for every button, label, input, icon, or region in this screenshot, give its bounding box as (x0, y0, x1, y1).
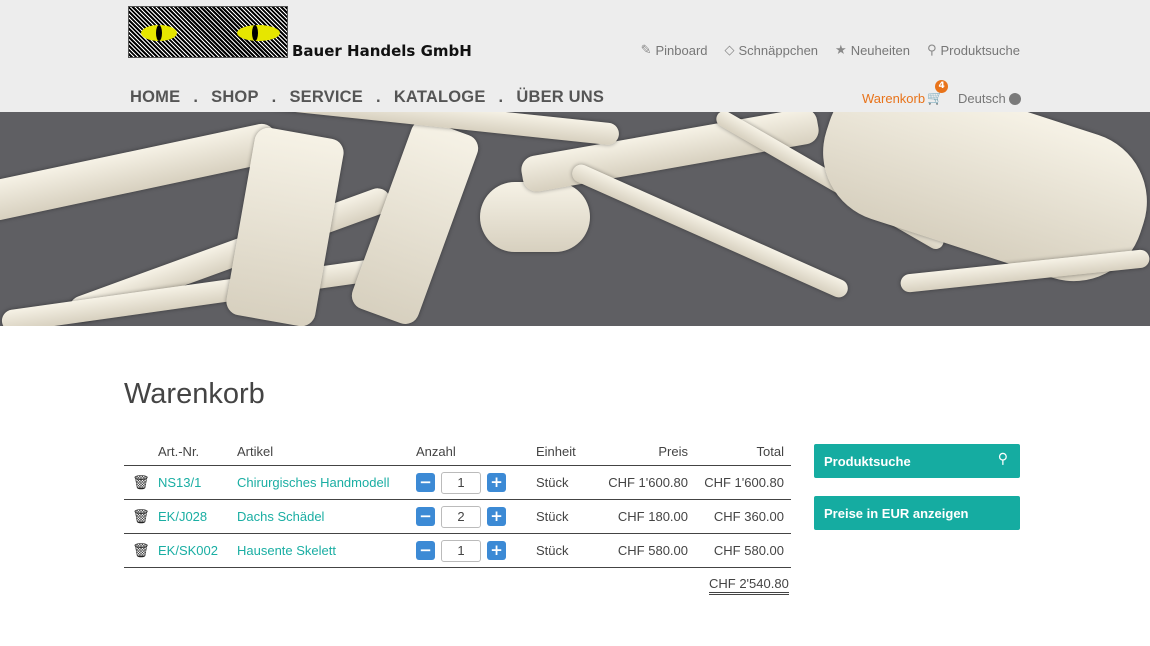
col-art-nr: Art.-Nr. (158, 438, 237, 466)
cart-grand-total: CHF 2'540.80 (709, 576, 789, 595)
increase-button[interactable]: + (487, 541, 506, 560)
table-row: 🗑 EK/J028 Dachs Schädel − 2 + Stück CHF … (124, 499, 791, 534)
nav-separator: . (193, 88, 199, 106)
company-name: Bauer Handels GmbH (292, 42, 472, 60)
total-cell: CHF 1'600.80 (695, 465, 791, 500)
col-preis: Preis (596, 438, 695, 466)
site-header: Bauer Handels GmbH ✎ Pinboard ◇ Schnäppche… (0, 0, 1150, 112)
table-row: 🗑 EK/SK002 Hausente Skelett − 1 + Stück … (124, 533, 791, 568)
decrease-button[interactable]: − (416, 507, 435, 526)
unit-cell: Stück (536, 533, 596, 568)
unit-cell: Stück (536, 465, 596, 500)
top-link-schnaeppchen[interactable]: ◇ Schnäppchen (725, 43, 819, 58)
cart-table: Art.-Nr. Artikel Anzahl Einheit Preis To… (124, 438, 791, 568)
nav-separator: . (376, 88, 381, 106)
decrease-button[interactable]: − (416, 473, 435, 492)
col-total: Total (695, 438, 791, 466)
top-link-label: Pinboard (655, 43, 708, 58)
show-eur-prices-button[interactable]: Preise in EUR anzeigen (814, 496, 1020, 530)
col-delete (124, 438, 158, 466)
col-artikel: Artikel (237, 438, 416, 466)
page-title: Warenkorb (124, 378, 265, 410)
trash-icon[interactable]: 🗑 (132, 475, 150, 491)
trash-icon[interactable]: 🗑 (132, 543, 150, 559)
nav-ueber-uns[interactable]: ÜBER UNS (516, 88, 604, 107)
logo-image (128, 6, 288, 58)
unit-cell: Stück (536, 499, 596, 534)
nav-kataloge[interactable]: KATALOGE (394, 88, 486, 107)
cart-count-badge: 4 (935, 80, 949, 93)
search-icon: ⚲ (997, 451, 1008, 467)
table-row: 🗑 NS13/1 Chirurgisches Handmodell − 1 + … (124, 465, 791, 500)
quantity-stepper: − 2 + (416, 505, 536, 528)
top-link-produktsuche[interactable]: ⚲ Produktsuche (927, 43, 1020, 58)
article-number-link[interactable]: NS13/1 (158, 475, 201, 490)
quantity-input[interactable]: 1 (441, 539, 481, 562)
nav-separator: . (498, 88, 504, 106)
nav-home[interactable]: HOME (130, 88, 180, 107)
product-search-button[interactable]: Produktsuche ⚲ (814, 444, 1020, 478)
diamond-icon: ◇ (724, 43, 735, 58)
show-eur-prices-label: Preise in EUR anzeigen (824, 505, 969, 521)
top-link-pinboard[interactable]: ✎ Pinboard (641, 43, 708, 58)
cart-icon: 🛒 4 (927, 80, 949, 106)
article-name-link[interactable]: Chirurgisches Handmodell (237, 475, 389, 490)
article-name-link[interactable]: Dachs Schädel (237, 509, 324, 524)
price-cell: CHF 180.00 (596, 499, 695, 534)
price-cell: CHF 1'600.80 (596, 465, 695, 500)
article-number-link[interactable]: EK/SK002 (158, 543, 218, 558)
decrease-button[interactable]: − (416, 541, 435, 560)
total-cell: CHF 360.00 (695, 499, 791, 534)
product-search-label: Produktsuche (824, 453, 911, 469)
article-number-link[interactable]: EK/J028 (158, 509, 207, 524)
quantity-input[interactable]: 1 (441, 471, 481, 494)
company-logo[interactable]: Bauer Handels GmbH (128, 6, 472, 60)
top-link-neuheiten[interactable]: ★ Neuheiten (835, 43, 910, 58)
globe-icon (1008, 92, 1021, 105)
language-selector[interactable]: Deutsch (958, 91, 1021, 106)
main-navigation: HOME . SHOP . SERVICE . KATALOGE . ÜBER … (130, 88, 604, 107)
language-label: Deutsch (958, 91, 1006, 106)
search-icon: ⚲ (926, 43, 937, 58)
top-navigation: ✎ Pinboard ◇ Schnäppchen ★ Neuheiten ⚲ Produ… (641, 43, 1020, 58)
quantity-input[interactable]: 2 (441, 505, 481, 528)
trash-icon[interactable]: 🗑 (132, 509, 150, 525)
cart-link[interactable]: Warenkorb 🛒 4 (862, 80, 949, 106)
quantity-stepper: − 1 + (416, 539, 536, 562)
cart-label: Warenkorb (862, 91, 926, 106)
top-link-label: Produktsuche (940, 43, 1021, 58)
star-icon: ★ (835, 43, 847, 58)
price-cell: CHF 580.00 (596, 533, 695, 568)
increase-button[interactable]: + (487, 507, 506, 526)
total-cell: CHF 580.00 (695, 533, 791, 568)
nav-shop[interactable]: SHOP (211, 88, 259, 107)
nav-separator: . (271, 88, 277, 106)
article-name-link[interactable]: Hausente Skelett (237, 543, 336, 558)
quantity-stepper: − 1 + (416, 471, 536, 494)
col-anzahl: Anzahl (416, 438, 536, 466)
top-link-label: Schnäppchen (738, 43, 819, 58)
nav-service[interactable]: SERVICE (289, 88, 363, 107)
hero-banner-image (0, 112, 1150, 326)
top-link-label: Neuheiten (850, 43, 910, 58)
col-einheit: Einheit (536, 438, 596, 466)
pin-icon: ✎ (640, 43, 652, 58)
table-header-row: Art.-Nr. Artikel Anzahl Einheit Preis To… (124, 438, 791, 466)
increase-button[interactable]: + (487, 473, 506, 492)
